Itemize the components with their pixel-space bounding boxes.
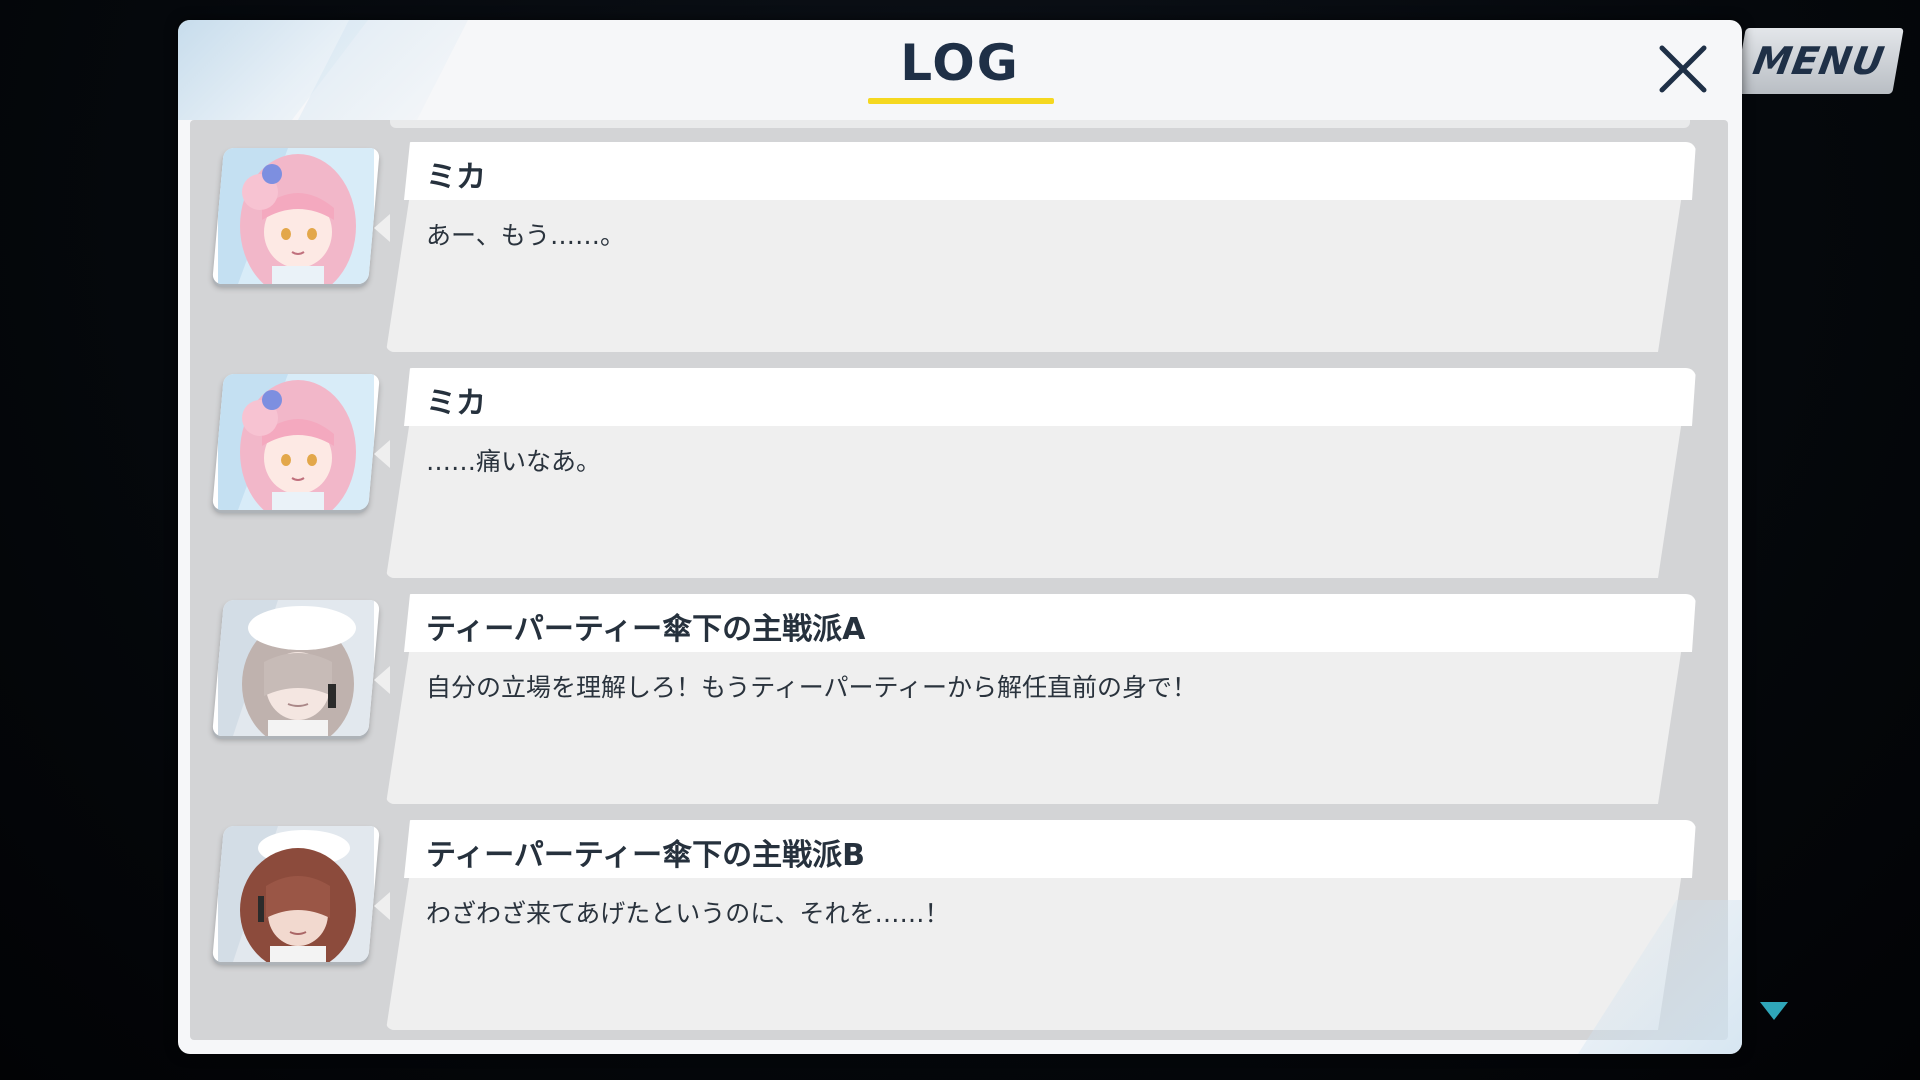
log-header: LOG <box>178 20 1742 120</box>
bubble-pointer <box>374 666 390 694</box>
previous-entry-edge <box>390 120 1690 128</box>
log-list[interactable]: ミカ あー、もう……。 ミカ ……痛いなあ。 ティーパーティー傘下の主戦派A 自… <box>190 120 1728 1040</box>
log-entry: ティーパーティー傘下の主戦派B わざわざ来てあげたというのに、それを……！ <box>190 820 1728 1030</box>
speaker-avatar <box>212 600 380 736</box>
dialogue-text: あー、もう……。 <box>426 221 626 250</box>
speaker-avatar <box>212 374 380 510</box>
dialogue-text: 自分の立場を理解しろ！もうティーパーティーから解任直前の身で！ <box>426 673 1198 702</box>
close-x-icon <box>1659 45 1707 93</box>
log-title: LOG <box>900 34 1020 92</box>
bubble-pointer <box>374 214 390 242</box>
mika-portrait-icon <box>218 374 374 510</box>
speaker-avatar <box>212 826 380 962</box>
speaker-name: ティーパーティー傘下の主戦派A <box>426 612 866 647</box>
bubble-pointer <box>374 440 390 468</box>
message-bubble: ティーパーティー傘下の主戦派A 自分の立場を理解しろ！もうティーパーティーから解… <box>374 594 1702 804</box>
message-bubble: ティーパーティー傘下の主戦派B わざわざ来てあげたというのに、それを……！ <box>374 820 1702 1030</box>
faction-a-portrait-icon <box>218 600 374 736</box>
speaker-name: ミカ <box>426 160 486 195</box>
menu-label: MENU <box>1749 39 1889 83</box>
speaker-name: ミカ <box>426 386 486 421</box>
dialogue-text: ……痛いなあ。 <box>426 447 602 476</box>
message-bubble: ミカ ……痛いなあ。 <box>374 368 1702 578</box>
title-underline <box>868 98 1054 104</box>
speaker-avatar <box>212 148 380 284</box>
message-bubble: ミカ あー、もう……。 <box>374 142 1702 352</box>
bubble-pointer <box>374 892 390 920</box>
faction-b-portrait-icon <box>218 826 374 962</box>
scroll-down-arrow-icon[interactable] <box>1760 1002 1788 1020</box>
log-entry: ミカ あー、もう……。 <box>190 142 1728 352</box>
mika-portrait-icon <box>218 148 374 284</box>
close-button[interactable] <box>1648 34 1718 104</box>
log-panel: LOG ミカ あー、もう……。 ミカ ……痛いなあ。 ティーパーティー傘下の主戦… <box>178 20 1742 1054</box>
log-entry: ミカ ……痛いなあ。 <box>190 368 1728 578</box>
dialogue-text: わざわざ来てあげたというのに、それを……！ <box>426 899 950 928</box>
log-entry: ティーパーティー傘下の主戦派A 自分の立場を理解しろ！もうティーパーティーから解… <box>190 594 1728 804</box>
menu-button[interactable]: MENU <box>1734 28 1904 94</box>
speaker-name: ティーパーティー傘下の主戦派B <box>426 838 865 873</box>
